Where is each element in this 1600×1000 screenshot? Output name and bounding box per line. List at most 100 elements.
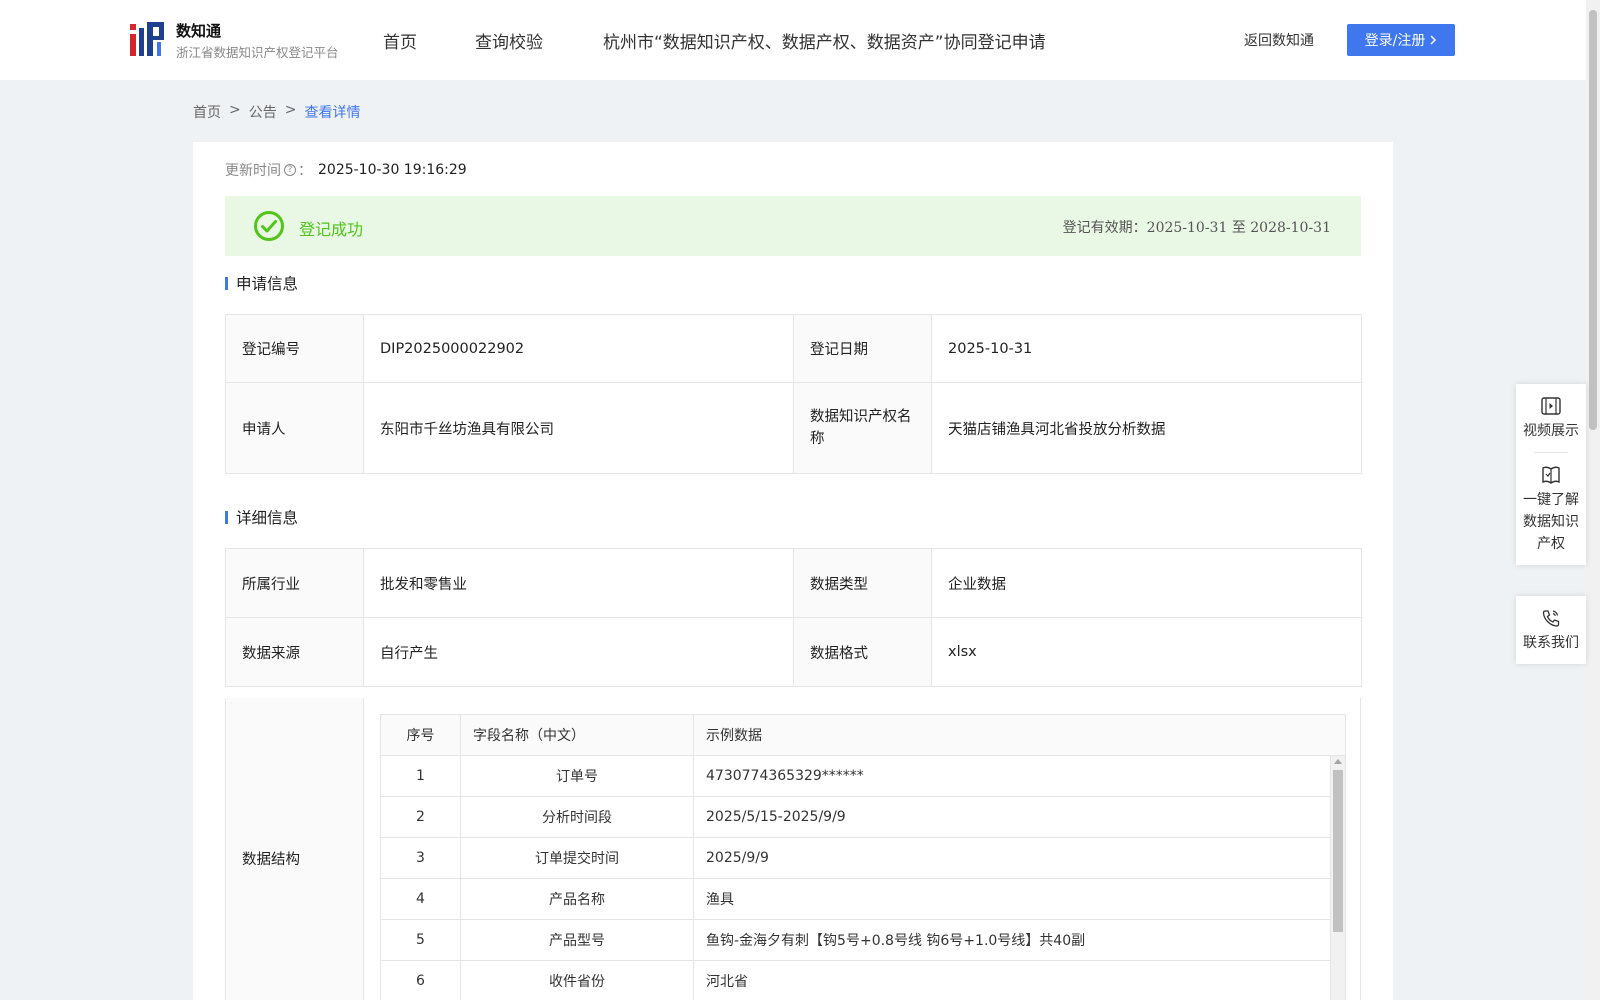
cell-field-name: 产品名称 — [461, 879, 694, 919]
table-scrollbar-thumb[interactable] — [1333, 770, 1343, 932]
field-label: 所属行业 — [225, 548, 364, 618]
video-showcase-label: 视频展示 — [1523, 423, 1579, 439]
learn-data-ip-label-line1: 一键了解 — [1523, 492, 1579, 508]
field-value: 企业数据 — [931, 548, 1362, 618]
cell-field-name: 产品型号 — [461, 920, 694, 960]
column-header-field-name: 字段名称（中文） — [461, 715, 694, 755]
cell-sample: 2025/5/15-2025/9/9 — [706, 809, 846, 825]
table-body[interactable]: 1 订单号 4730774365329****** 2 分析时间段 2025/5… — [381, 756, 1330, 1000]
table-row: 所属行业 批发和零售业 数据类型 企业数据 — [225, 548, 1362, 618]
cell-no: 1 — [381, 756, 461, 796]
phone-icon — [1542, 610, 1560, 627]
check-circle-icon — [254, 211, 284, 241]
breadcrumb-separator: > — [284, 102, 297, 118]
field-label: 登记编号 — [225, 314, 364, 383]
chevron-right-icon — [1430, 35, 1437, 45]
table-row: 1 订单号 4730774365329****** — [381, 756, 1330, 797]
field-value: 批发和零售业 — [363, 548, 794, 618]
section-marker — [225, 510, 228, 524]
cell-sample: 2025/9/9 — [706, 850, 769, 866]
cell-sample: 4730774365329****** — [706, 768, 864, 784]
breadcrumb-separator: > — [229, 102, 241, 118]
breadcrumb-home[interactable]: 首页 — [193, 102, 221, 122]
field-label: 数据来源 — [225, 617, 364, 687]
learn-data-ip-label-line3: 产权 — [1537, 536, 1565, 552]
field-label: 数据类型 — [793, 548, 932, 618]
column-header-sample: 示例数据 — [706, 728, 762, 744]
update-time-value: 2025-10-30 19:16:29 — [318, 162, 467, 178]
page-scrollbar[interactable] — [1586, 0, 1600, 1000]
cell-sample: 河北省 — [706, 974, 748, 990]
table-header: 序号 字段名称（中文） 示例数据 — [381, 715, 1345, 756]
status-banner: 登记成功 登记有效期：2025-10-31 至 2028-10-31 — [225, 196, 1361, 256]
column-header-no: 序号 — [381, 715, 461, 755]
table-row: 数据来源 自行产生 数据格式 xlsx — [225, 617, 1362, 687]
table-row: 登记编号 DIP2025000022902 登记日期 2025-10-31 — [225, 314, 1362, 383]
video-showcase-button[interactable]: 视频展示 — [1516, 384, 1586, 452]
cell-field-name: 收件省份 — [461, 961, 694, 1000]
field-label: 数据知识产权名称 — [793, 382, 932, 474]
update-time: 更新时间 ? ： 2025-10-30 19:16:29 — [225, 160, 467, 180]
table-row: 3 订单提交时间 2025/9/9 — [381, 838, 1330, 879]
section-marker — [225, 276, 228, 290]
cell-no: 6 — [381, 961, 461, 1000]
nav-hangzhou-registration[interactable]: 杭州市“数据知识产权、数据产权、数据资产”协同登记申请 — [603, 28, 1046, 53]
cell-no: 5 — [381, 920, 461, 960]
detail-card: 更新时间 ? ： 2025-10-30 19:16:29 登记成功 登记有效期：… — [193, 142, 1393, 1000]
section-detail: 详细信息 — [225, 506, 298, 528]
cell-no: 4 — [381, 879, 461, 919]
data-structure-table: 序号 字段名称（中文） 示例数据 1 订单号 4730774365329****… — [380, 714, 1346, 1000]
cell-no: 2 — [381, 797, 461, 837]
field-value: 自行产生 — [363, 617, 794, 687]
validity-label: 登记有效期： — [1062, 220, 1147, 236]
scroll-up-arrow-icon[interactable] — [1334, 759, 1342, 764]
top-header: 数知通 浙江省数据知识产权登记平台 首页 查询校验 杭州市“数据知识产权、数据产… — [0, 0, 1586, 80]
cell-field-name: 订单号 — [461, 756, 694, 796]
detail-table: 所属行业 批发和零售业 数据类型 企业数据 数据来源 自行产生 数据格式 xls… — [225, 548, 1362, 687]
nav-home[interactable]: 首页 — [383, 28, 417, 53]
cell-sample: 渔具 — [706, 892, 734, 908]
video-icon — [1541, 397, 1561, 415]
update-time-colon: ： — [298, 163, 312, 179]
breadcrumb: 首页 > 公告 > 查看详情 — [193, 102, 360, 122]
table-row: 4 产品名称 渔具 — [381, 879, 1330, 920]
validity-period: 登记有效期：2025-10-31 至 2028-10-31 — [1063, 217, 1331, 237]
table-row: 5 产品型号 鱼钩-金海夕有刺【钩5号+0.8号线 钩6号+1.0号线】共40副 — [381, 920, 1330, 961]
section-application: 申请信息 — [225, 272, 298, 294]
update-time-label: 更新时间 — [225, 163, 281, 179]
cell-sample: 鱼钩-金海夕有刺【钩5号+0.8号线 钩6号+1.0号线】共40副 — [706, 933, 1086, 949]
learn-data-ip-button[interactable]: 一键了解 数据知识 产权 — [1516, 453, 1586, 565]
table-row: 申请人 东阳市千丝坊渔具有限公司 数据知识产权名称 天猫店铺渔具河北省投放分析数… — [225, 382, 1362, 474]
nav-query-verify[interactable]: 查询校验 — [475, 28, 543, 53]
data-structure-section: 数据结构 序号 字段名称（中文） 示例数据 1 订单号 473077436532… — [225, 698, 1361, 1000]
breadcrumb-notice[interactable]: 公告 — [249, 102, 277, 122]
section-detail-title: 详细信息 — [236, 509, 299, 527]
contact-us-label: 联系我们 — [1523, 635, 1579, 651]
cell-no: 3 — [381, 838, 461, 878]
validity-value: 2025-10-31 至 2028-10-31 — [1146, 220, 1331, 236]
question-icon[interactable]: ? — [284, 164, 296, 176]
table-row: 2 分析时间段 2025/5/15-2025/9/9 — [381, 797, 1330, 838]
contact-us-button[interactable]: 联系我们 — [1516, 596, 1586, 664]
field-value: 2025-10-31 — [931, 314, 1362, 383]
logo-subtitle: 浙江省数据知识产权登记平台 — [176, 45, 339, 60]
page-scrollbar-thumb[interactable] — [1589, 10, 1597, 430]
field-value: 天猫店铺渔具河北省投放分析数据 — [931, 382, 1362, 474]
application-table: 登记编号 DIP2025000022902 登记日期 2025-10-31 申请… — [225, 314, 1362, 474]
breadcrumb-current: 查看详情 — [304, 105, 361, 121]
status-text: 登记成功 — [299, 220, 364, 239]
table-scrollbar[interactable] — [1330, 756, 1345, 1000]
field-value: DIP2025000022902 — [363, 314, 794, 383]
learn-data-ip-label-line2: 数据知识 — [1523, 514, 1579, 530]
return-link[interactable]: 返回数知通 — [1244, 30, 1314, 50]
field-label: 数据结构 — [226, 698, 364, 1000]
logo-title: 数知通 — [176, 22, 222, 40]
field-value: xlsx — [931, 617, 1362, 687]
cell-field-name: 订单提交时间 — [461, 838, 694, 878]
book-icon — [1542, 466, 1560, 484]
login-register-button[interactable]: 登录/注册 — [1347, 24, 1455, 56]
cell-field-name: 分析时间段 — [461, 797, 694, 837]
section-application-title: 申请信息 — [236, 275, 299, 293]
login-register-label: 登录/注册 — [1364, 33, 1426, 49]
logo-icon[interactable] — [130, 20, 166, 58]
